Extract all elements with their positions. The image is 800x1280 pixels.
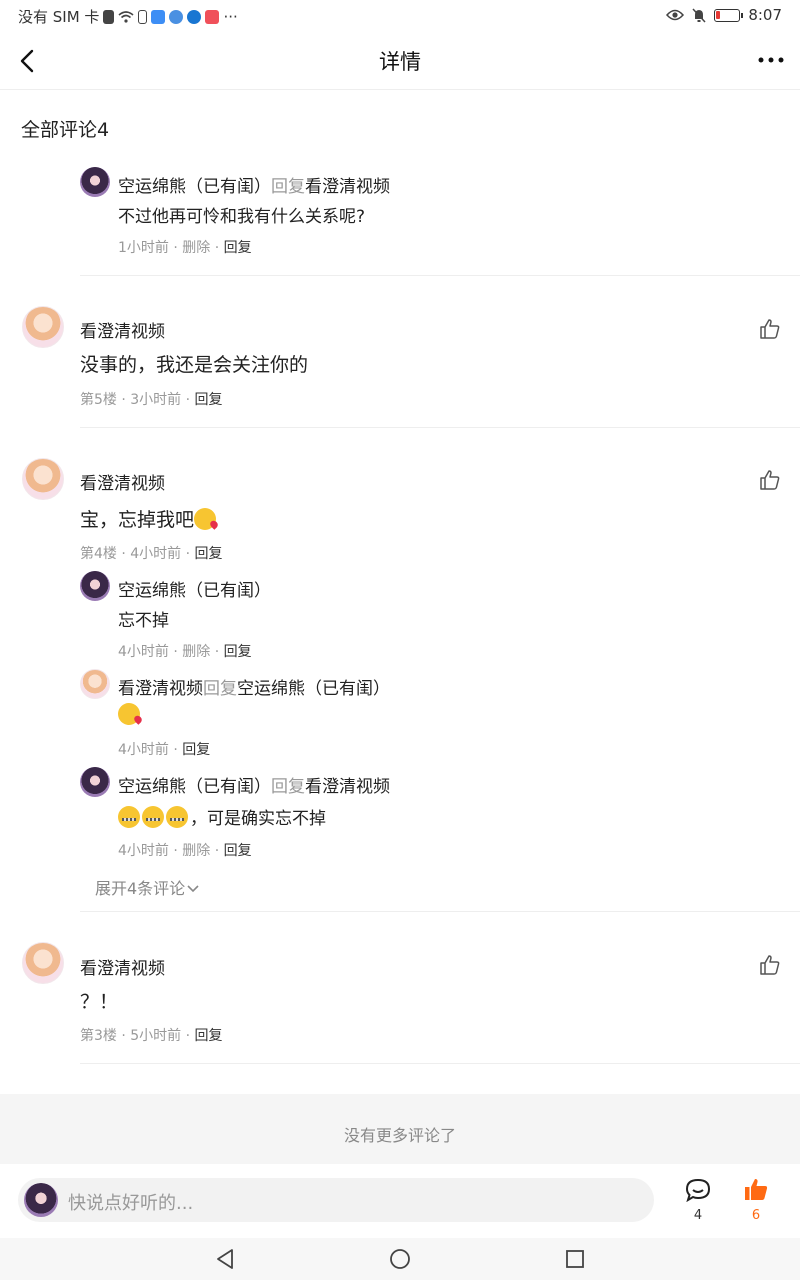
like-icon[interactable] [758, 468, 782, 492]
like-icon[interactable] [758, 953, 782, 977]
comment-input[interactable]: 快说点好听的... [18, 1178, 654, 1222]
comment-author[interactable]: 看澄清视频 [80, 469, 165, 494]
clock: 8:07 [748, 6, 782, 24]
reply-button[interactable]: 回复 [224, 240, 252, 256]
input-placeholder: 快说点好听的... [68, 1193, 194, 1214]
comment-author[interactable]: 看澄清视频 [80, 954, 165, 979]
mute-icon [692, 7, 706, 23]
avatar[interactable] [22, 306, 64, 348]
divider [80, 911, 800, 912]
thumbs-up-filled-icon [745, 1179, 768, 1200]
messenger-app-icon [187, 9, 202, 24]
avatar[interactable] [80, 767, 110, 797]
reply-button[interactable]: 回复 [182, 742, 210, 758]
reply-button[interactable]: 回复 [224, 843, 252, 859]
cloud-app-icon [151, 9, 166, 24]
chevron-down-icon [187, 885, 199, 893]
comments-button[interactable]: 4 [684, 1178, 712, 1224]
reply-meta: 1小时前 · 删除 · 回复 [118, 240, 252, 256]
delete-button[interactable]: 删除 · [182, 240, 219, 256]
reply-button[interactable]: 回复 [195, 392, 223, 408]
reply-author[interactable]: 空运绵熊（已有闺） [118, 576, 271, 601]
sim-alert-icon [103, 9, 115, 24]
avatar[interactable] [80, 669, 110, 699]
comments-count-heading: 全部评论4 [21, 119, 110, 141]
comment-meta: 第5楼 · 3小时前 · 回复 [80, 392, 223, 408]
like-count: 6 [751, 1208, 761, 1223]
avatar[interactable] [80, 571, 110, 601]
comment-meta: 第4楼 · 4小时前 · 回复 [80, 546, 223, 562]
wifi-icon [118, 10, 134, 23]
nav-recents-icon[interactable] [564, 1248, 586, 1270]
reply-text: 不过他再可怜和我有什么关系呢? [118, 207, 366, 227]
page-title: 详情 [379, 50, 421, 74]
divider [80, 427, 800, 428]
comment-text: 宝，忘掉我吧 [80, 505, 218, 532]
avatar[interactable] [22, 942, 64, 984]
reply-author[interactable]: 空运绵熊（已有闺）回复看澄清视频 [118, 772, 390, 797]
zipper-mouth-emoji-icon [166, 806, 188, 828]
zipper-mouth-emoji-icon [142, 806, 164, 828]
reply-button[interactable]: 回复 [224, 644, 252, 660]
reply-author[interactable]: 看澄清视频回复空运绵熊（已有闺） [118, 674, 390, 699]
reply-text: 忘不掉 [118, 611, 169, 631]
carrier-label: 没有 SIM 卡 [18, 8, 100, 26]
kiss-emoji-icon [194, 508, 217, 530]
comment-input-bar: 快说点好听的... 4 6 [0, 1164, 800, 1238]
browser-app-icon [169, 9, 184, 24]
eye-comfort-icon [666, 9, 685, 21]
reply-text [118, 703, 142, 726]
battery-saver-icon [138, 9, 148, 24]
battery-icon [714, 8, 744, 22]
zipper-mouth-emoji-icon [118, 806, 140, 828]
comment-meta: 第3楼 · 5小时前 · 回复 [80, 1028, 223, 1044]
avatar [24, 1183, 58, 1217]
delete-button[interactable]: 删除 · [182, 644, 219, 660]
nav-home-icon[interactable] [389, 1248, 411, 1270]
reply-meta: 4小时前 · 删除 · 回复 [118, 644, 252, 660]
reply-meta: 4小时前 · 回复 [118, 742, 211, 758]
no-more-comments-label: 没有更多评论了 [0, 1094, 800, 1164]
delete-button[interactable]: 删除 · [182, 843, 219, 859]
reply-meta: 4小时前 · 删除 · 回复 [118, 843, 252, 859]
reply-text: ，可是确实忘不掉 [118, 804, 326, 829]
divider [80, 1063, 800, 1064]
like-button[interactable]: 6 [742, 1178, 770, 1224]
reply-button[interactable]: 回复 [195, 1028, 223, 1044]
comment-author[interactable]: 看澄清视频 [80, 317, 165, 342]
divider [80, 275, 800, 276]
nav-back-icon[interactable] [214, 1248, 236, 1270]
reply-author[interactable]: 空运绵熊（已有闺）回复看澄清视频 [118, 172, 390, 197]
shopping-app-icon [205, 9, 220, 24]
avatar[interactable] [80, 167, 110, 197]
nav-bar: 详情 [0, 32, 800, 90]
more-options-button[interactable] [756, 50, 786, 70]
like-icon[interactable] [758, 317, 782, 341]
comment-text: 没事的，我还是会关注你的 [80, 354, 309, 376]
expand-replies-button[interactable]: 展开4条评论 [95, 875, 199, 899]
reply-button[interactable]: 回复 [195, 546, 223, 562]
kiss-emoji-icon [118, 703, 140, 725]
comment-text: ？！ [80, 991, 119, 1013]
more-notifications-label: ··· [223, 7, 238, 26]
avatar[interactable] [22, 458, 64, 500]
status-bar: 没有 SIM 卡 ··· 8:07 [0, 0, 800, 32]
comment-icon [685, 1178, 711, 1203]
comment-count: 4 [693, 1208, 703, 1223]
system-navigation-bar [0, 1238, 800, 1280]
